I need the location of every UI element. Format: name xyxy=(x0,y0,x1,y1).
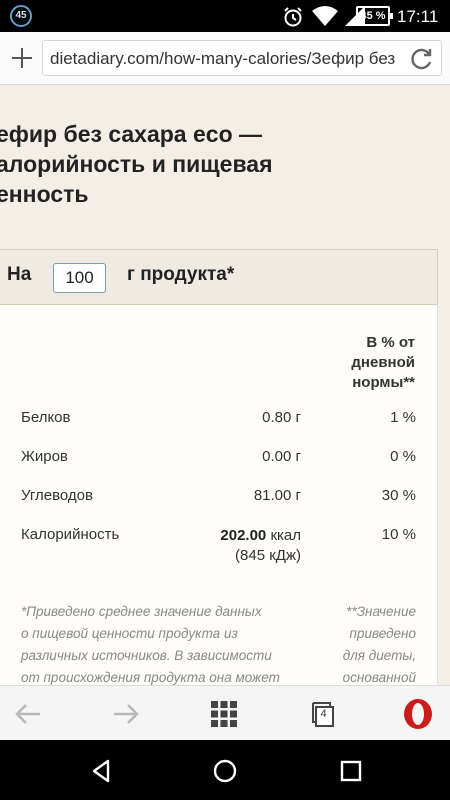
alarm-icon xyxy=(284,7,302,27)
footnote-line: основанной xyxy=(342,670,416,685)
calories-row: Калорийность 202.00 ккал (845 кДж) 10 % xyxy=(0,526,439,570)
nutrient-amount: 81.00 г xyxy=(253,487,301,504)
tabs-icon[interactable]: 4 xyxy=(308,698,340,730)
recents-square-icon[interactable] xyxy=(336,756,366,786)
calories-label: Калорийность xyxy=(21,526,120,543)
url-text[interactable]: dietadiary.com/how-many-calories/Зефир б… xyxy=(50,49,400,69)
portion-input[interactable] xyxy=(53,263,106,293)
kcal-unit: ккал xyxy=(266,527,301,544)
footnote-line: о пищевой ценности продукта из xyxy=(21,626,238,641)
title-line: енность xyxy=(0,181,89,207)
opera-logo-icon[interactable] xyxy=(402,698,434,730)
page-title: ефир без сахара eco — алорийность и пище… xyxy=(0,119,450,209)
footnote-norm: **Значение приведено для диеты, основанн… xyxy=(315,601,416,685)
forward-arrow-icon[interactable] xyxy=(110,698,142,730)
wifi-icon xyxy=(312,6,338,26)
web-page: ефир без сахара eco — алорийность и пище… xyxy=(0,85,450,685)
footnote-line: *Приведено среднее значение данных xyxy=(21,604,262,619)
kj-value: (845 кДж) xyxy=(235,547,301,564)
notification-badge: 45 xyxy=(10,5,32,27)
kcal-value: 202.00 xyxy=(220,527,267,544)
footnote-line: различных источников. В зависимости xyxy=(21,648,272,663)
footnote-source: *Приведено среднее значение данных о пищ… xyxy=(21,601,311,685)
url-field[interactable]: dietadiary.com/how-many-calories/Зефир б… xyxy=(42,40,442,76)
portion-panel: На г продукта* xyxy=(0,249,438,305)
status-bar: 45 45 % 17:11 xyxy=(0,0,450,32)
address-bar: dietadiary.com/how-many-calories/Зефир б… xyxy=(0,32,450,85)
nutrient-percent: 1 % xyxy=(390,409,416,426)
speed-dial-icon[interactable] xyxy=(208,698,240,730)
table-row: Углеводов 81.00 г 30 % xyxy=(0,487,439,511)
tab-count: 4 xyxy=(320,708,327,720)
nutrition-table: В % от дневной нормы** Белков 0.80 г 1 %… xyxy=(0,305,438,685)
home-circle-icon[interactable] xyxy=(210,756,240,786)
back-triangle-icon[interactable] xyxy=(86,756,116,786)
battery-indicator: 45 % xyxy=(356,6,393,26)
title-line: ефир без сахара eco — xyxy=(0,121,263,147)
footnote-line: для диеты, xyxy=(342,648,416,663)
plus-icon-glyph xyxy=(12,48,32,68)
reload-icon[interactable] xyxy=(409,46,435,72)
nutrient-amount: 0.00 г xyxy=(262,448,301,465)
back-arrow-icon[interactable] xyxy=(12,698,44,730)
table-row: Белков 0.80 г 1 % xyxy=(0,409,439,433)
percent-column-header: В % от дневной нормы** xyxy=(287,333,415,393)
header-line: В % от xyxy=(366,334,415,351)
table-row: Жиров 0.00 г 0 % xyxy=(0,448,439,472)
footnote-line: от происхождения продукта она может xyxy=(21,670,280,685)
nutrient-percent: 30 % xyxy=(381,487,416,504)
title-line: алорийность и пищевая xyxy=(0,151,273,177)
footnote-line: **Значение xyxy=(346,604,416,619)
footnote-line: приведено xyxy=(349,626,416,641)
nutrient-name: Жиров xyxy=(21,448,68,465)
browser-toolbar: 4 xyxy=(0,685,450,740)
system-nav-bar xyxy=(0,740,450,800)
calories-amount: 202.00 ккал (845 кДж) xyxy=(147,526,301,566)
calories-percent: 10 % xyxy=(381,526,416,543)
nutrient-name: Белков xyxy=(21,409,71,426)
header-line: дневной xyxy=(351,354,415,371)
portion-prefix: На xyxy=(7,264,32,285)
plus-icon[interactable] xyxy=(8,44,36,72)
clock: 17:11 xyxy=(397,7,439,26)
header-line: нормы** xyxy=(352,374,415,391)
nutrient-percent: 0 % xyxy=(390,448,416,465)
nutrient-name: Углеводов xyxy=(21,487,93,504)
nutrient-amount: 0.80 г xyxy=(262,409,301,426)
portion-suffix: г продукта* xyxy=(127,264,235,285)
